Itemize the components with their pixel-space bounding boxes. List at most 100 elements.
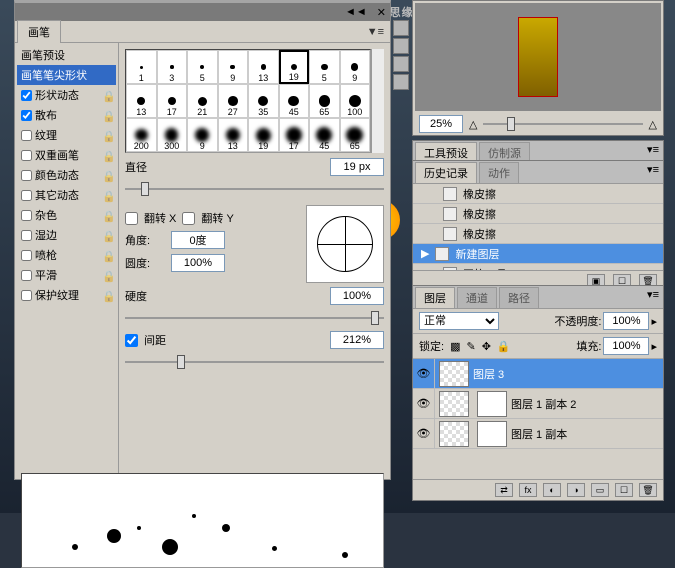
lock-pixels-icon[interactable]: ✎ [466,340,475,353]
brush-option-row[interactable]: 保护纹理🔒 [17,285,116,305]
lock-icon[interactable]: 🔒 [102,190,112,200]
brush-tip-cell[interactable]: 17 [340,152,371,153]
panel-menu-icon[interactable]: ▾≡ [643,286,663,308]
panel-menu-icon[interactable]: ▼≡ [361,26,390,38]
layer-row[interactable]: 👁 图层 3 [413,359,663,389]
brush-tip-cell[interactable]: 46 [248,152,279,153]
link-icon[interactable]: ⇄ [495,483,513,497]
dropdown-icon[interactable]: ▸ [651,340,657,353]
option-checkbox[interactable] [21,270,32,281]
tab-paths[interactable]: 路径 [499,287,539,308]
trash-icon[interactable]: 🗑 [639,483,657,497]
lock-icon[interactable]: 🔒 [102,250,112,260]
option-checkbox[interactable] [21,90,32,101]
brush-option-row[interactable]: 湿边🔒 [17,225,116,245]
visibility-icon[interactable]: 👁 [413,389,435,419]
dropdown-icon[interactable]: ▸ [651,315,657,328]
navigator-preview[interactable] [415,3,661,111]
brush-tip-cell[interactable]: 45 [279,84,310,118]
brush-tip-cell[interactable]: 5 [309,50,340,84]
brush-tip-cell[interactable]: 65 [309,84,340,118]
hardness-slider[interactable] [125,310,384,326]
brush-option-row[interactable]: 形状动态🔒 [17,85,116,105]
lock-icon[interactable]: 🔒 [102,270,112,280]
lock-icon[interactable]: 🔒 [102,130,112,140]
brush-tip-cell[interactable]: 13 [248,50,279,84]
lock-icon[interactable]: 🔒 [102,170,112,180]
angle-control[interactable] [306,205,384,283]
lock-transparency-icon[interactable]: ▩ [450,340,460,353]
history-item[interactable]: 橡皮擦 [413,224,663,244]
option-checkbox[interactable] [21,150,32,161]
new-layer-icon[interactable]: ☐ [615,483,633,497]
zoom-in-icon[interactable]: △ [649,118,657,131]
brush-tip-cell[interactable]: 3 [157,50,188,84]
zoom-input[interactable] [419,115,463,133]
brush-tip-cell[interactable]: 65 [340,118,371,152]
diameter-slider[interactable] [125,181,384,197]
brush-option-row[interactable]: 杂色🔒 [17,205,116,225]
brush-tip-cell[interactable]: 13 [126,84,157,118]
hardness-input[interactable] [330,287,384,305]
brush-tip-cell[interactable]: 27 [187,152,218,153]
layer-thumbnail[interactable] [439,421,469,447]
brush-tip-cell[interactable]: 9 [218,50,249,84]
lock-icon[interactable]: 🔒 [102,90,112,100]
brush-option-row[interactable]: 散布🔒 [17,105,116,125]
brush-option-row[interactable]: 其它动态🔒 [17,185,116,205]
option-checkbox[interactable] [21,230,32,241]
fx-icon[interactable]: fx [519,483,537,497]
fill-input[interactable] [603,337,649,355]
lock-all-icon[interactable]: 🔒 [497,340,511,353]
spacing-slider[interactable] [125,354,384,370]
brush-tip-cell[interactable]: 14 [126,152,157,153]
brush-tip-cell[interactable]: 39 [218,152,249,153]
layer-row[interactable]: 👁 图层 1 副本 2 [413,389,663,419]
close-icon[interactable]: ✕ [377,6,386,19]
brush-option-row[interactable]: 双重画笔🔒 [17,145,116,165]
zoom-out-icon[interactable]: △ [469,118,477,131]
dock-icon[interactable] [393,20,409,36]
brush-tip-cell[interactable]: 19 [279,50,310,84]
brush-tip-cell[interactable]: 200 [126,118,157,152]
tab-layers[interactable]: 图层 [415,287,455,308]
brush-tip-cell[interactable]: 21 [187,84,218,118]
visibility-icon[interactable]: 👁 [413,419,435,449]
brush-tip-cell[interactable]: 9 [187,118,218,152]
brush-tip-cell[interactable]: 59 [279,152,310,153]
brush-tip-cell[interactable]: 5 [187,50,218,84]
angle-input[interactable] [171,231,225,249]
tab-history[interactable]: 历史记录 [415,162,477,183]
dock-icon[interactable] [393,74,409,90]
brush-option-row[interactable]: 纹理🔒 [17,125,116,145]
brush-tip-cell[interactable]: 17 [157,84,188,118]
collapse-icon[interactable]: ◄◄ [345,6,367,18]
zoom-slider[interactable] [483,116,642,132]
layer-thumbnail[interactable] [439,361,469,387]
adjustment-icon[interactable]: ◑ [567,483,585,497]
lock-icon[interactable]: 🔒 [102,230,112,240]
brush-tip-cell[interactable]: 17 [279,118,310,152]
flip-x-checkbox[interactable] [125,212,138,225]
tab-channels[interactable]: 通道 [457,287,497,308]
visibility-icon[interactable]: 👁 [413,359,435,389]
option-checkbox[interactable] [21,190,32,201]
layer-name[interactable]: 图层 1 副本 2 [511,396,576,412]
history-item[interactable]: 橡皮擦 [413,184,663,204]
diameter-input[interactable] [330,158,384,176]
flip-y-checkbox[interactable] [182,212,195,225]
brush-tip-cell[interactable]: 19 [248,118,279,152]
brush-tip-cell[interactable]: 24 [157,152,188,153]
mask-icon[interactable]: ◐ [543,483,561,497]
folder-icon[interactable]: ▭ [591,483,609,497]
brush-option-row[interactable]: 平滑🔒 [17,265,116,285]
brush-tip-cell[interactable]: 1 [126,50,157,84]
dock-icon[interactable] [393,56,409,72]
brush-tip-cell[interactable]: 100 [340,84,371,118]
brush-tab[interactable]: 画笔 [17,20,61,43]
tab-actions[interactable]: 动作 [479,162,519,183]
history-item[interactable]: 橡皮擦 [413,204,663,224]
brush-tip-cell[interactable]: 45 [309,118,340,152]
mask-thumbnail[interactable] [477,421,507,447]
layer-name[interactable]: 图层 3 [473,366,504,382]
